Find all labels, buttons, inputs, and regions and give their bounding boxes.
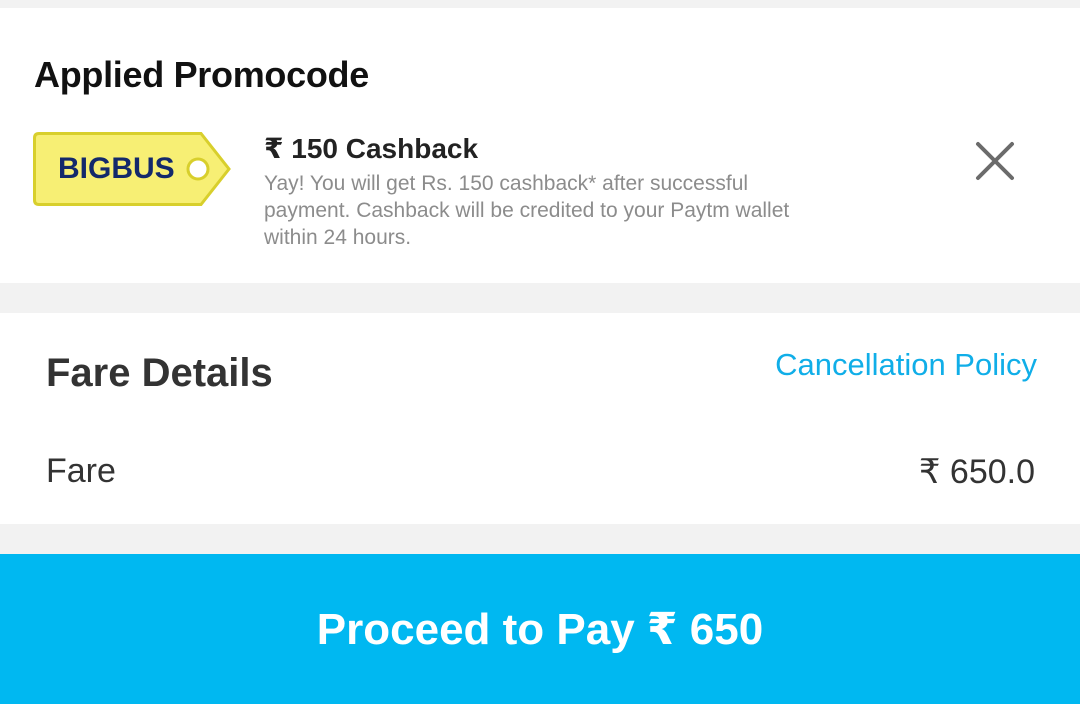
proceed-to-pay-button[interactable]: Proceed to Pay ₹ 650 [0,554,1080,704]
remove-promo-button[interactable] [968,134,1022,188]
promo-code-label: BIGBUS [58,152,175,185]
cashback-description: Yay! You will get Rs. 150 cashback* afte… [264,172,790,249]
promo-code-tag: BIGBUS [33,132,231,206]
fare-label: Fare [46,452,116,490]
close-icon [976,142,1014,180]
fare-value: ₹ 650.0 [918,453,1035,491]
applied-promocode-card: Applied Promocode BIGBUS ₹ 150 Cashback … [0,8,1080,283]
cancellation-policy-link[interactable]: Cancellation Policy [775,347,1037,383]
tag-hole-icon [186,157,210,181]
proceed-to-pay-label: Proceed to Pay ₹ 650 [316,604,764,654]
cashback-title: ₹ 150 Cashback [264,133,479,164]
fare-details-card: Fare Details Cancellation Policy Fare ₹ … [0,313,1080,524]
promo-heading: Applied Promocode [34,54,369,95]
fare-details-heading: Fare Details [46,351,273,395]
